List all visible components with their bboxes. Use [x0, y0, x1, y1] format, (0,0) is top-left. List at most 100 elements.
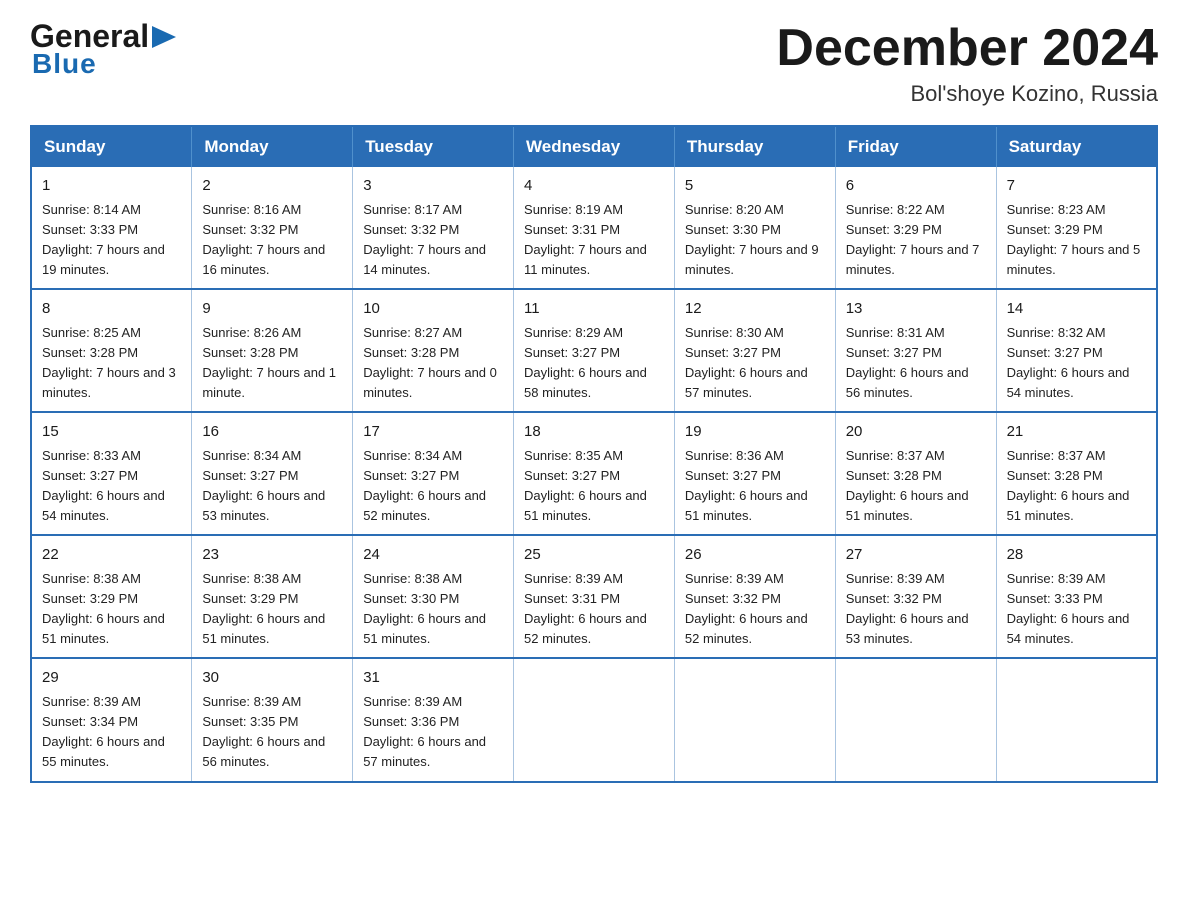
day-info: Sunrise: 8:25 AM Sunset: 3:28 PM Dayligh…	[42, 323, 181, 404]
day-number: 24	[363, 544, 503, 567]
calendar-cell	[835, 658, 996, 781]
day-info: Sunrise: 8:16 AM Sunset: 3:32 PM Dayligh…	[202, 200, 342, 281]
day-info: Sunrise: 8:35 AM Sunset: 3:27 PM Dayligh…	[524, 446, 664, 527]
day-number: 7	[1007, 175, 1146, 198]
calendar-cell: 7 Sunrise: 8:23 AM Sunset: 3:29 PM Dayli…	[996, 167, 1157, 289]
calendar-cell: 8 Sunrise: 8:25 AM Sunset: 3:28 PM Dayli…	[31, 289, 192, 412]
calendar-cell: 18 Sunrise: 8:35 AM Sunset: 3:27 PM Dayl…	[514, 412, 675, 535]
calendar-cell	[674, 658, 835, 781]
day-number: 10	[363, 298, 503, 321]
calendar-cell: 31 Sunrise: 8:39 AM Sunset: 3:36 PM Dayl…	[353, 658, 514, 781]
calendar-cell	[514, 658, 675, 781]
calendar-cell: 27 Sunrise: 8:39 AM Sunset: 3:32 PM Dayl…	[835, 535, 996, 658]
day-number: 11	[524, 298, 664, 321]
day-info: Sunrise: 8:38 AM Sunset: 3:29 PM Dayligh…	[202, 569, 342, 650]
header-sunday: Sunday	[31, 126, 192, 167]
calendar-cell: 19 Sunrise: 8:36 AM Sunset: 3:27 PM Dayl…	[674, 412, 835, 535]
day-number: 17	[363, 421, 503, 444]
month-title: December 2024	[776, 20, 1158, 77]
calendar-cell: 24 Sunrise: 8:38 AM Sunset: 3:30 PM Dayl…	[353, 535, 514, 658]
day-info: Sunrise: 8:22 AM Sunset: 3:29 PM Dayligh…	[846, 200, 986, 281]
day-number: 26	[685, 544, 825, 567]
page-header: General Blue December 2024 Bol'shoye Koz…	[30, 20, 1158, 107]
day-info: Sunrise: 8:20 AM Sunset: 3:30 PM Dayligh…	[685, 200, 825, 281]
day-info: Sunrise: 8:39 AM Sunset: 3:36 PM Dayligh…	[363, 692, 503, 773]
day-info: Sunrise: 8:31 AM Sunset: 3:27 PM Dayligh…	[846, 323, 986, 404]
logo-blue-label: Blue	[32, 48, 97, 79]
header-saturday: Saturday	[996, 126, 1157, 167]
day-info: Sunrise: 8:39 AM Sunset: 3:32 PM Dayligh…	[685, 569, 825, 650]
day-info: Sunrise: 8:39 AM Sunset: 3:33 PM Dayligh…	[1007, 569, 1146, 650]
day-number: 14	[1007, 298, 1146, 321]
header-wednesday: Wednesday	[514, 126, 675, 167]
day-number: 25	[524, 544, 664, 567]
day-info: Sunrise: 8:33 AM Sunset: 3:27 PM Dayligh…	[42, 446, 181, 527]
calendar-cell: 22 Sunrise: 8:38 AM Sunset: 3:29 PM Dayl…	[31, 535, 192, 658]
calendar-cell: 20 Sunrise: 8:37 AM Sunset: 3:28 PM Dayl…	[835, 412, 996, 535]
day-number: 18	[524, 421, 664, 444]
calendar-table: Sunday Monday Tuesday Wednesday Thursday…	[30, 125, 1158, 782]
calendar-cell: 21 Sunrise: 8:37 AM Sunset: 3:28 PM Dayl…	[996, 412, 1157, 535]
location-title: Bol'shoye Kozino, Russia	[776, 81, 1158, 107]
calendar-cell: 4 Sunrise: 8:19 AM Sunset: 3:31 PM Dayli…	[514, 167, 675, 289]
day-number: 28	[1007, 544, 1146, 567]
header-monday: Monday	[192, 126, 353, 167]
calendar-cell: 15 Sunrise: 8:33 AM Sunset: 3:27 PM Dayl…	[31, 412, 192, 535]
day-info: Sunrise: 8:37 AM Sunset: 3:28 PM Dayligh…	[1007, 446, 1146, 527]
calendar-cell: 12 Sunrise: 8:30 AM Sunset: 3:27 PM Dayl…	[674, 289, 835, 412]
day-info: Sunrise: 8:39 AM Sunset: 3:35 PM Dayligh…	[202, 692, 342, 773]
calendar-cell: 6 Sunrise: 8:22 AM Sunset: 3:29 PM Dayli…	[835, 167, 996, 289]
calendar-cell: 9 Sunrise: 8:26 AM Sunset: 3:28 PM Dayli…	[192, 289, 353, 412]
day-number: 20	[846, 421, 986, 444]
day-number: 5	[685, 175, 825, 198]
day-number: 8	[42, 298, 181, 321]
day-info: Sunrise: 8:14 AM Sunset: 3:33 PM Dayligh…	[42, 200, 181, 281]
day-info: Sunrise: 8:26 AM Sunset: 3:28 PM Dayligh…	[202, 323, 342, 404]
day-info: Sunrise: 8:37 AM Sunset: 3:28 PM Dayligh…	[846, 446, 986, 527]
day-number: 4	[524, 175, 664, 198]
day-info: Sunrise: 8:38 AM Sunset: 3:29 PM Dayligh…	[42, 569, 181, 650]
calendar-cell: 5 Sunrise: 8:20 AM Sunset: 3:30 PM Dayli…	[674, 167, 835, 289]
calendar-week-row: 22 Sunrise: 8:38 AM Sunset: 3:29 PM Dayl…	[31, 535, 1157, 658]
calendar-cell: 29 Sunrise: 8:39 AM Sunset: 3:34 PM Dayl…	[31, 658, 192, 781]
day-info: Sunrise: 8:23 AM Sunset: 3:29 PM Dayligh…	[1007, 200, 1146, 281]
day-number: 6	[846, 175, 986, 198]
day-info: Sunrise: 8:34 AM Sunset: 3:27 PM Dayligh…	[363, 446, 503, 527]
header-tuesday: Tuesday	[353, 126, 514, 167]
header-friday: Friday	[835, 126, 996, 167]
logo-arrow-icon	[152, 26, 176, 48]
day-number: 23	[202, 544, 342, 567]
calendar-title-area: December 2024 Bol'shoye Kozino, Russia	[776, 20, 1158, 107]
calendar-cell: 3 Sunrise: 8:17 AM Sunset: 3:32 PM Dayli…	[353, 167, 514, 289]
day-info: Sunrise: 8:32 AM Sunset: 3:27 PM Dayligh…	[1007, 323, 1146, 404]
day-number: 12	[685, 298, 825, 321]
calendar-cell: 17 Sunrise: 8:34 AM Sunset: 3:27 PM Dayl…	[353, 412, 514, 535]
day-info: Sunrise: 8:29 AM Sunset: 3:27 PM Dayligh…	[524, 323, 664, 404]
calendar-header-row: Sunday Monday Tuesday Wednesday Thursday…	[31, 126, 1157, 167]
calendar-cell: 13 Sunrise: 8:31 AM Sunset: 3:27 PM Dayl…	[835, 289, 996, 412]
calendar-cell: 26 Sunrise: 8:39 AM Sunset: 3:32 PM Dayl…	[674, 535, 835, 658]
day-number: 31	[363, 667, 503, 690]
day-number: 9	[202, 298, 342, 321]
day-number: 29	[42, 667, 181, 690]
calendar-week-row: 8 Sunrise: 8:25 AM Sunset: 3:28 PM Dayli…	[31, 289, 1157, 412]
logo: General Blue	[30, 20, 176, 80]
day-number: 2	[202, 175, 342, 198]
day-info: Sunrise: 8:27 AM Sunset: 3:28 PM Dayligh…	[363, 323, 503, 404]
calendar-cell: 14 Sunrise: 8:32 AM Sunset: 3:27 PM Dayl…	[996, 289, 1157, 412]
day-number: 22	[42, 544, 181, 567]
calendar-week-row: 15 Sunrise: 8:33 AM Sunset: 3:27 PM Dayl…	[31, 412, 1157, 535]
day-number: 15	[42, 421, 181, 444]
calendar-cell: 10 Sunrise: 8:27 AM Sunset: 3:28 PM Dayl…	[353, 289, 514, 412]
calendar-cell	[996, 658, 1157, 781]
calendar-cell: 23 Sunrise: 8:38 AM Sunset: 3:29 PM Dayl…	[192, 535, 353, 658]
day-number: 1	[42, 175, 181, 198]
calendar-cell: 30 Sunrise: 8:39 AM Sunset: 3:35 PM Dayl…	[192, 658, 353, 781]
day-info: Sunrise: 8:39 AM Sunset: 3:34 PM Dayligh…	[42, 692, 181, 773]
calendar-cell: 11 Sunrise: 8:29 AM Sunset: 3:27 PM Dayl…	[514, 289, 675, 412]
day-info: Sunrise: 8:39 AM Sunset: 3:32 PM Dayligh…	[846, 569, 986, 650]
calendar-cell: 16 Sunrise: 8:34 AM Sunset: 3:27 PM Dayl…	[192, 412, 353, 535]
day-number: 16	[202, 421, 342, 444]
calendar-week-row: 1 Sunrise: 8:14 AM Sunset: 3:33 PM Dayli…	[31, 167, 1157, 289]
calendar-cell: 2 Sunrise: 8:16 AM Sunset: 3:32 PM Dayli…	[192, 167, 353, 289]
